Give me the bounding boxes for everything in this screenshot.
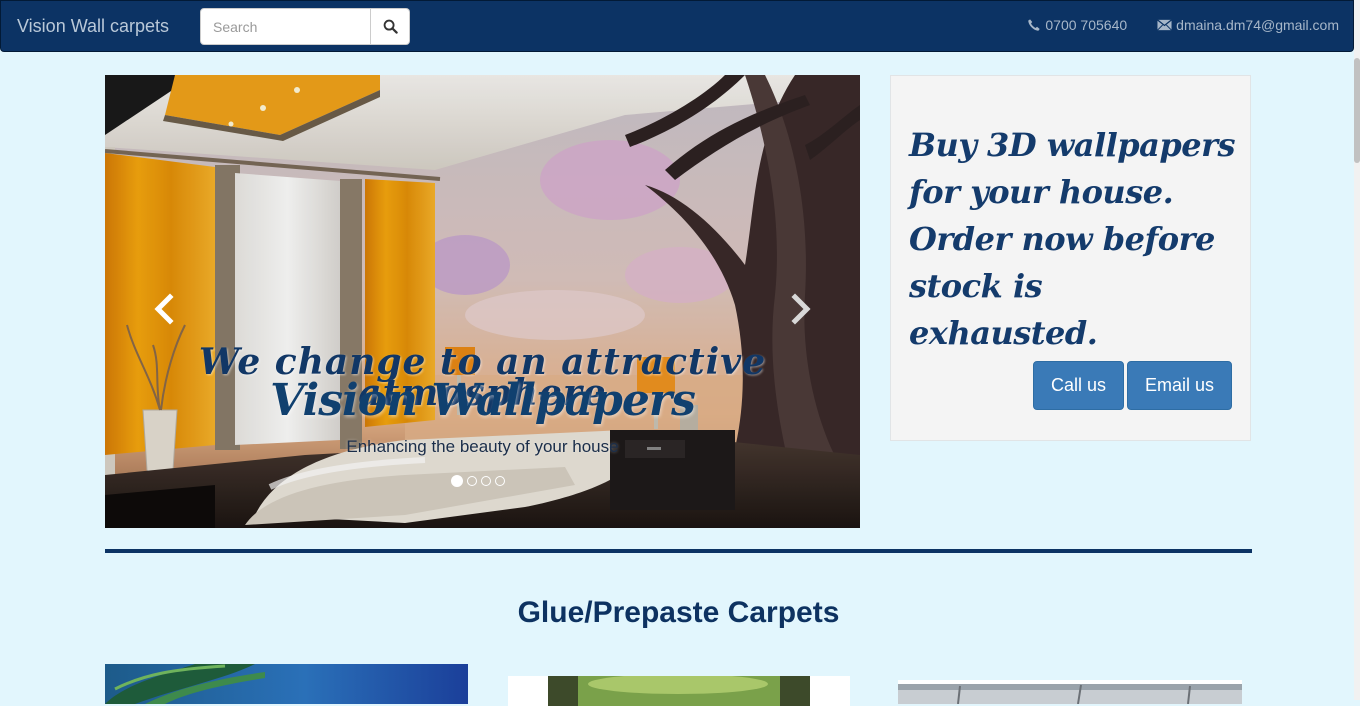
search-input[interactable] — [200, 8, 371, 45]
carousel-tagline: Enhancing the beauty of your house — [346, 437, 619, 456]
email-address: dmaina.dm74@gmail.com — [1176, 17, 1339, 33]
call-us-button[interactable]: Call us — [1033, 361, 1124, 410]
carpet-thumbnail-2[interactable] — [508, 676, 850, 706]
phone-number: 0700 705640 — [1045, 17, 1128, 33]
envelope-icon — [1157, 19, 1173, 31]
carousel-indicator-3[interactable] — [481, 476, 491, 486]
carousel-indicator-1[interactable] — [451, 475, 463, 487]
carousel-indicator-4[interactable] — [495, 476, 505, 486]
section-title: Glue/Prepaste Carpets — [517, 596, 840, 629]
phone-icon — [1028, 19, 1041, 31]
scrollbar-thumb[interactable] — [1354, 58, 1360, 163]
carpet-thumbnail-1[interactable] — [105, 664, 468, 704]
search-button[interactable] — [371, 8, 410, 45]
promo-message: Buy 3D wallpapers for your house. Order … — [909, 126, 1236, 352]
email-link[interactable]: dmaina.dm74@gmail.com — [1157, 17, 1339, 33]
palm-leaves-image — [105, 664, 265, 704]
page-scrollbar[interactable] — [1354, 0, 1360, 700]
carousel-indicator-2[interactable] — [467, 476, 477, 486]
phone-link[interactable]: 0700 705640 — [1027, 17, 1127, 33]
hero-carousel: We change to an attractive atmosphere Vi… — [105, 75, 860, 528]
search-form — [200, 8, 410, 45]
winter-trees-image — [898, 684, 1242, 704]
navbar: Vision Wall carpets 0700 705640 dmaina.d… — [0, 0, 1354, 52]
search-icon — [383, 19, 398, 34]
carousel-prev-button[interactable] — [145, 289, 185, 329]
promo-panel: Buy 3D wallpapers for your house. Order … — [890, 75, 1251, 441]
chevron-right-icon — [791, 293, 811, 325]
carousel-next-button[interactable] — [780, 289, 820, 329]
bedroom-wallpaper-image — [105, 75, 860, 528]
carousel-indicators — [451, 475, 505, 487]
forest-image — [548, 676, 810, 706]
carousel-brand-title: Vision Wallpapers — [270, 375, 696, 426]
brand-link[interactable]: Vision Wall carpets — [17, 16, 169, 37]
carpet-thumbnail-3[interactable] — [898, 680, 1242, 704]
contact-links: 0700 705640 dmaina.dm74@gmail.com — [1027, 17, 1339, 33]
section-divider — [105, 549, 1252, 553]
email-us-button[interactable]: Email us — [1127, 361, 1232, 410]
chevron-left-icon — [154, 293, 174, 325]
